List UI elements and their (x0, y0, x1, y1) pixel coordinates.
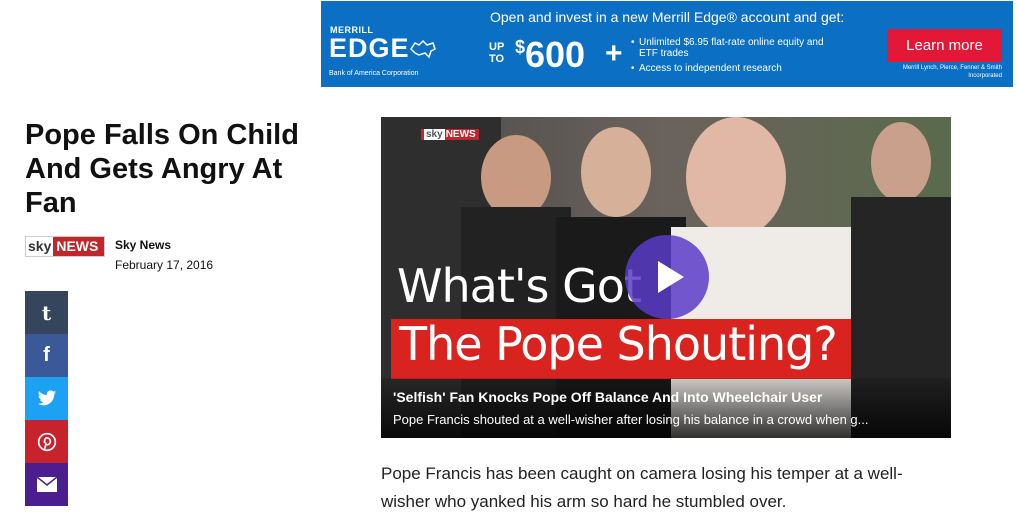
ad-up-to: UP TO (489, 41, 505, 65)
twitter-icon (37, 390, 56, 406)
publish-date: February 17, 2016 (115, 258, 214, 272)
email-icon (36, 477, 57, 492)
pinterest-icon (37, 432, 56, 451)
video-caption-description: Pope Francis shouted at a well-wisher af… (393, 412, 869, 427)
video-watermark-news: NEWS (445, 129, 476, 140)
sky-news-logo-sky: sky (26, 237, 54, 256)
ad-currency: $ (515, 37, 526, 57)
ad-legal: Merrill Lynch, Pierce, Fenner & Smith In… (902, 65, 1002, 79)
ad-headline: Open and invest in a new Merrill Edge® a… (490, 9, 845, 25)
ad-brand-logo: EDGE (329, 33, 410, 63)
ad-parent-company: Bank of America Corporation (329, 70, 419, 77)
play-icon[interactable] (625, 235, 709, 319)
sky-news-logo[interactable]: sky NEWS (25, 236, 105, 257)
ad-amount: $600 (515, 34, 585, 76)
ad-banner[interactable]: MERRILL EDGE Bank of America Corporation… (321, 1, 1013, 87)
ad-plus: + (605, 37, 623, 70)
share-bar: t f (25, 291, 68, 506)
share-twitter-button[interactable] (25, 377, 68, 420)
learn-more-button[interactable]: Learn more (887, 29, 1002, 62)
share-tumblr-button[interactable]: t (25, 291, 68, 334)
article-body: Pope Francis has been caught on camera l… (381, 464, 903, 511)
share-email-button[interactable] (25, 463, 68, 506)
share-pinterest-button[interactable] (25, 420, 68, 463)
video-caption-title[interactable]: 'Selfish' Fan Knocks Pope Off Balance An… (393, 389, 822, 405)
video-caption-overlay (381, 378, 951, 438)
ad-bullets: Unlimited $6.95 flat-rate online equity … (631, 37, 831, 78)
source-name[interactable]: Sky News (115, 238, 171, 252)
video-player[interactable]: sky NEWS What's Got The Pope Shouting? 'S… (381, 117, 951, 438)
video-headline-line2: The Pope Shouting? (399, 317, 838, 371)
video-watermark-sky: sky (424, 129, 445, 140)
video-watermark: sky NEWS (421, 129, 479, 140)
ad-amount-value: 600 (525, 34, 586, 75)
facebook-icon: f (43, 344, 50, 366)
ad-bullet: Unlimited $6.95 flat-rate online equity … (631, 37, 831, 59)
sky-news-logo-news: NEWS (53, 237, 104, 256)
video-headline-line1: What's Got (397, 259, 642, 313)
bull-icon (410, 39, 436, 59)
share-facebook-button[interactable]: f (25, 334, 68, 377)
tumblr-icon: t (41, 300, 52, 325)
ad-bullet: Access to independent research (631, 63, 831, 74)
article-title: Pope Falls On Child And Gets Angry At Fa… (25, 119, 299, 219)
